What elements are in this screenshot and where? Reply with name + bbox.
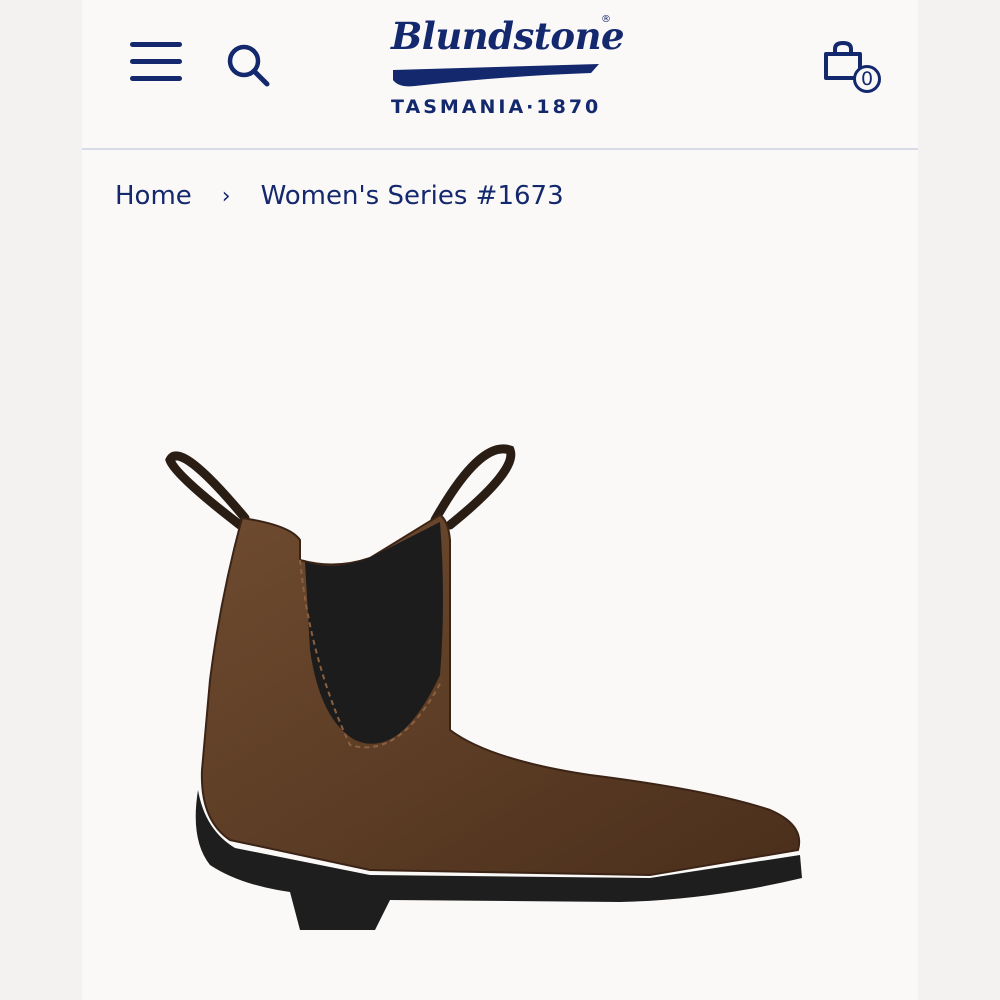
breadcrumb-current: Women's Series #1673 (260, 181, 564, 211)
menu-button[interactable] (130, 42, 182, 84)
cart-count-badge: 0 (853, 65, 881, 93)
logo-wordmark: Blundstone (391, 14, 625, 58)
logo-swoosh-icon (393, 64, 599, 87)
logo-registered-mark: ® (601, 14, 611, 25)
chevron-right-icon: › (221, 183, 231, 209)
search-icon (227, 44, 270, 87)
hamburger-menu-icon (130, 42, 182, 47)
menu-icon-line (130, 76, 182, 81)
blundstone-logo[interactable]: Blundstone ® TASMANIA·1870 (385, 10, 625, 125)
header-divider (82, 148, 918, 150)
breadcrumb: Home › Women's Series #1673 (115, 178, 564, 214)
breadcrumb-home-link[interactable]: Home (115, 181, 192, 211)
cart-button[interactable]: 0 (822, 40, 888, 100)
menu-icon-line (130, 59, 182, 64)
search-button[interactable] (225, 42, 271, 88)
logo-tagline: TASMANIA·1870 (391, 96, 602, 118)
product-image[interactable] (150, 430, 810, 930)
